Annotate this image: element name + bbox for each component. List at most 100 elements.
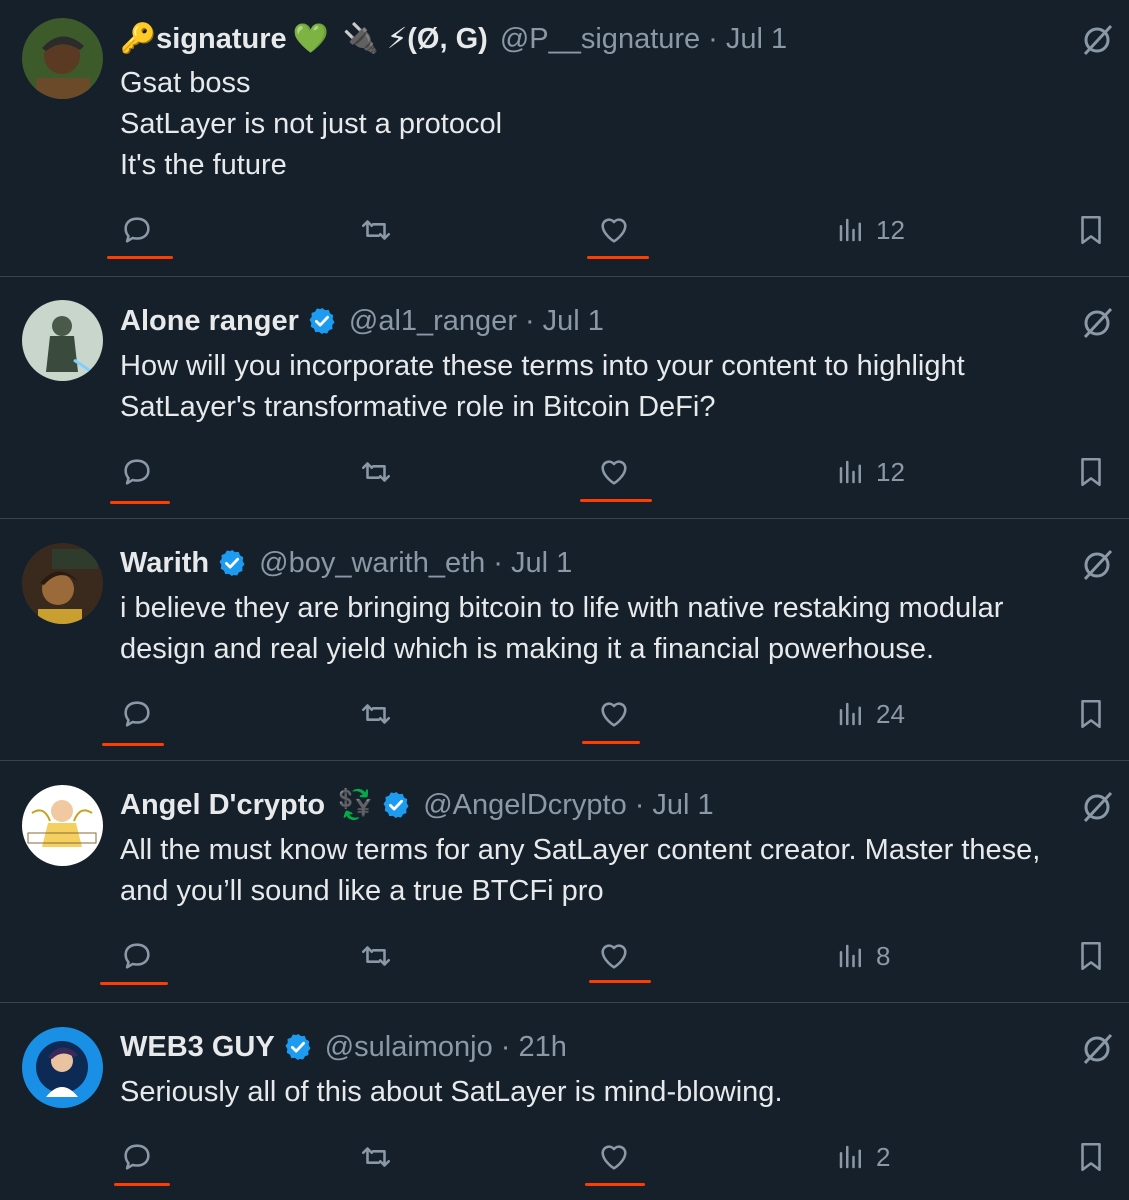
action-bar: 2 xyxy=(0,1139,1129,1179)
handle[interactable]: @boy_warith_eth xyxy=(259,543,485,583)
tweet-line: i believe they are bringing bitcoin to l… xyxy=(120,592,1004,624)
avatar[interactable] xyxy=(22,543,103,624)
grok-icon[interactable] xyxy=(1079,22,1115,58)
tweet-header: Angel D'crypto 💱 @AngelDcrypto · Jul 1 xyxy=(120,785,714,825)
views-count: 12 xyxy=(876,456,905,487)
reply-icon xyxy=(124,943,150,969)
like-button[interactable] xyxy=(597,696,631,732)
tweet[interactable]: Angel D'crypto 💱 @AngelDcrypto · Jul 1 A… xyxy=(0,761,1129,1003)
grok-icon[interactable] xyxy=(1079,1031,1115,1067)
bookmark-button[interactable] xyxy=(1074,696,1108,732)
verified-badge-icon xyxy=(217,548,247,578)
timestamp[interactable]: Jul 1 xyxy=(726,19,787,59)
views-button[interactable]: 12 xyxy=(836,454,905,490)
retweet-button[interactable] xyxy=(359,696,393,732)
timestamp[interactable]: Jul 1 xyxy=(652,785,713,825)
annotation-underline xyxy=(102,743,164,746)
tweet-text: i believe they are bringing bitcoin to l… xyxy=(120,588,1120,670)
avatar[interactable] xyxy=(22,300,103,381)
reply-button[interactable] xyxy=(120,1139,154,1175)
views-button[interactable]: 24 xyxy=(836,696,905,732)
retweet-icon xyxy=(361,1147,391,1167)
handle[interactable]: @sulaimonjo xyxy=(325,1027,493,1067)
tweet-header: WEB3 GUY @sulaimonjo · 21h xyxy=(120,1027,567,1067)
views-count: 12 xyxy=(876,214,905,245)
name-emoji: 💚 xyxy=(292,23,329,55)
timestamp[interactable]: Jul 1 xyxy=(511,543,572,583)
retweet-icon xyxy=(361,946,391,966)
reply-icon xyxy=(124,217,150,243)
heart-icon xyxy=(601,460,627,485)
tweet-text: All the must know terms for any SatLayer… xyxy=(120,830,1120,912)
reply-button[interactable] xyxy=(120,938,154,974)
tweet[interactable]: 🔑 signature 💚 🔌 ⚡(Ø, G) @P__signature · … xyxy=(0,0,1129,277)
action-bar: 8 xyxy=(0,938,1129,978)
heart-icon xyxy=(601,702,627,727)
like-button[interactable] xyxy=(597,454,631,490)
display-name[interactable]: Angel D'crypto xyxy=(120,785,325,825)
handle[interactable]: @al1_ranger xyxy=(349,301,517,341)
avatar[interactable] xyxy=(22,1027,103,1108)
views-icon xyxy=(839,702,861,726)
tweet-line: SatLayer's transformative role in Bitcoi… xyxy=(120,391,716,423)
handle[interactable]: @P__signature xyxy=(500,19,700,59)
grok-icon[interactable] xyxy=(1079,789,1115,825)
like-button[interactable] xyxy=(597,212,631,248)
views-count: 2 xyxy=(876,1141,891,1172)
timestamp[interactable]: 21h xyxy=(518,1027,566,1067)
bookmark-button[interactable] xyxy=(1074,938,1108,974)
display-name[interactable]: Alone ranger xyxy=(120,301,299,341)
retweet-icon xyxy=(361,220,391,240)
annotation-underline xyxy=(114,1183,170,1186)
annotation-underline xyxy=(587,256,649,259)
avatar[interactable] xyxy=(22,785,103,866)
timestamp[interactable]: Jul 1 xyxy=(543,301,604,341)
display-name[interactable]: signature xyxy=(156,19,287,59)
reply-button[interactable] xyxy=(120,696,154,732)
reply-feed: 🔑 signature 💚 🔌 ⚡(Ø, G) @P__signature · … xyxy=(0,0,1129,1200)
views-button[interactable]: 8 xyxy=(836,938,890,974)
display-name[interactable]: WEB3 GUY xyxy=(120,1027,275,1067)
bookmark-button[interactable] xyxy=(1074,1139,1108,1175)
like-button[interactable] xyxy=(597,938,631,974)
separator-dot: · xyxy=(634,789,645,821)
grok-icon[interactable] xyxy=(1079,547,1115,583)
tweet-line: design and real yield which is making it… xyxy=(120,633,935,665)
tweet-line: It's the future xyxy=(120,149,287,181)
name-emoji: 🔑 xyxy=(120,23,157,55)
views-button[interactable]: 12 xyxy=(836,212,905,248)
tweet[interactable]: Warith @boy_warith_eth · Jul 1 i believe… xyxy=(0,519,1129,761)
tweet-header: 🔑 signature 💚 🔌 ⚡(Ø, G) @P__signature · … xyxy=(120,19,787,59)
tweet[interactable]: WEB3 GUY @sulaimonjo · 21h Seriously all… xyxy=(0,1003,1129,1200)
grok-icon[interactable] xyxy=(1079,305,1115,341)
handle[interactable]: @AngelDcrypto xyxy=(423,785,627,825)
retweet-button[interactable] xyxy=(359,1139,393,1175)
heart-icon xyxy=(601,218,627,243)
bookmark-icon xyxy=(1081,1142,1101,1172)
name-emoji: 🔌 ⚡(Ø, G) xyxy=(342,23,488,55)
display-name[interactable]: Warith xyxy=(120,543,209,583)
bookmark-icon xyxy=(1081,941,1101,971)
bookmark-button[interactable] xyxy=(1074,212,1108,248)
separator-dot: · xyxy=(708,23,718,55)
avatar[interactable] xyxy=(22,18,103,99)
views-icon xyxy=(839,218,861,242)
action-bar: 24 xyxy=(0,696,1129,736)
tweet[interactable]: Alone ranger @al1_ranger · Jul 1 How wil… xyxy=(0,277,1129,519)
retweet-button[interactable] xyxy=(359,212,393,248)
reply-button[interactable] xyxy=(120,212,154,248)
verified-badge-icon xyxy=(283,1032,313,1062)
bookmark-icon xyxy=(1081,215,1101,245)
retweet-button[interactable] xyxy=(359,454,393,490)
reply-button[interactable] xyxy=(120,454,154,490)
annotation-underline xyxy=(107,256,173,259)
tweet-line: SatLayer is not just a protocol xyxy=(120,108,503,140)
retweet-button[interactable] xyxy=(359,938,393,974)
like-button[interactable] xyxy=(597,1139,631,1175)
separator-dot: · xyxy=(524,305,535,337)
bookmark-button[interactable] xyxy=(1074,454,1108,490)
verified-badge-icon xyxy=(307,306,337,336)
views-count: 8 xyxy=(876,940,891,971)
views-button[interactable]: 2 xyxy=(836,1139,890,1175)
tweet-text: Seriously all of this about SatLayer is … xyxy=(120,1072,1120,1113)
